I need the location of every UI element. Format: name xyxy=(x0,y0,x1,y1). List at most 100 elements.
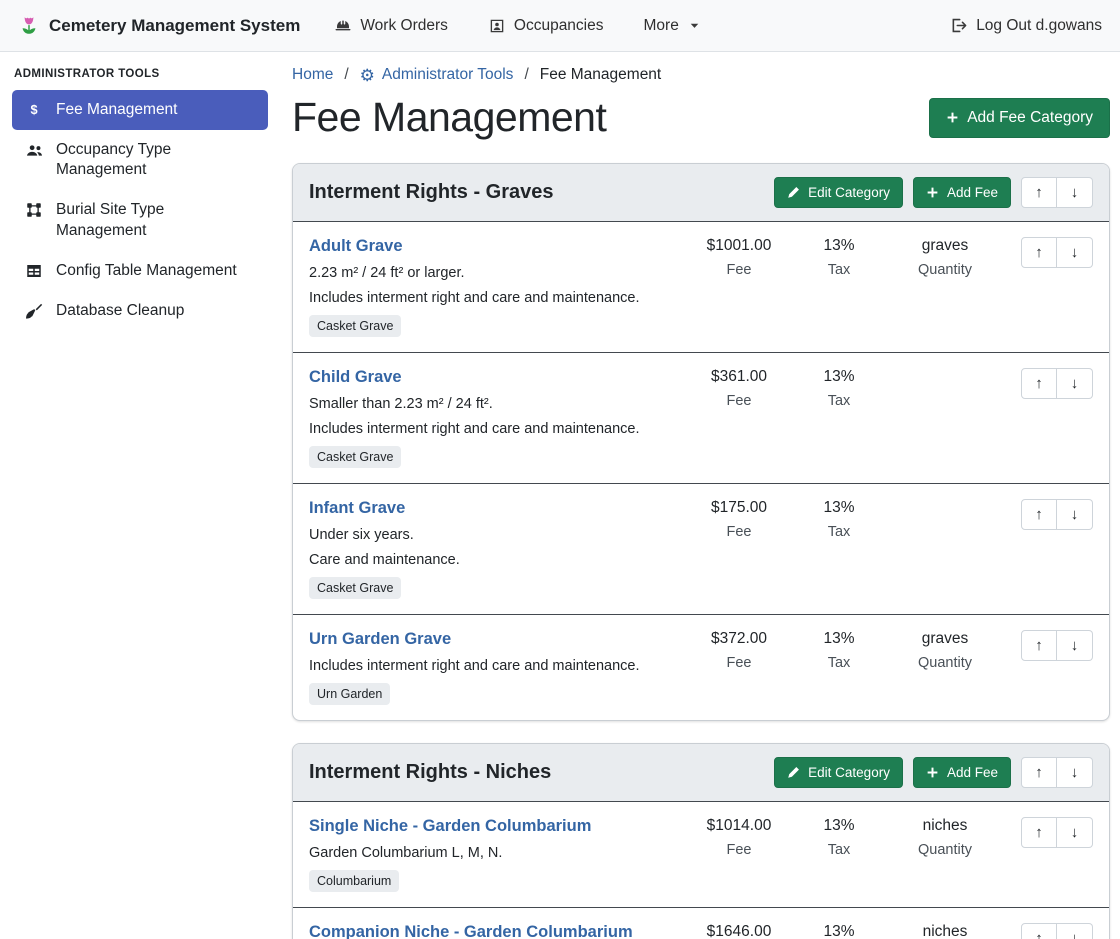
fee-reorder-group: ↑ ↓ xyxy=(1021,817,1093,848)
tax-rate: 13% xyxy=(789,368,889,386)
fee-amount: $372.00 xyxy=(689,630,789,648)
fee-details: Child Grave Smaller than 2.23 m² / 24 ft… xyxy=(309,368,689,468)
fee-description: Care and maintenance. xyxy=(309,552,689,568)
fee-badge-wrap: Casket Grave xyxy=(309,446,689,468)
fee-row: Infant Grave Under six years. Care and ma… xyxy=(293,483,1109,614)
move-fee-up-button[interactable]: ↑ xyxy=(1021,630,1057,661)
fee-description: Includes interment right and care and ma… xyxy=(309,290,689,306)
category-actions: Edit Category Add Fee ↑ ↓ xyxy=(774,177,1093,208)
quantity-column xyxy=(889,499,1001,506)
nav-item-occupancies[interactable]: Occupancies xyxy=(488,17,604,35)
fee-name-link[interactable]: Adult Grave xyxy=(309,237,403,256)
dollar-icon: $ xyxy=(24,101,44,119)
fee-reorder-group: ↑ ↓ xyxy=(1021,368,1093,399)
tulip-logo-icon xyxy=(18,15,40,37)
tax-rate: 13% xyxy=(789,923,889,939)
fee-amount-label: Fee xyxy=(689,393,789,409)
fee-name-link[interactable]: Child Grave xyxy=(309,368,402,387)
vector-square-icon xyxy=(24,201,44,219)
fee-reorder-group: ↑ ↓ xyxy=(1021,630,1093,661)
nav-item-more[interactable]: More xyxy=(644,17,700,35)
category-header: Interment Rights - Niches Edit Category … xyxy=(293,744,1109,802)
tax-rate: 13% xyxy=(789,630,889,648)
quantity-column: niches Quantity xyxy=(889,923,1001,939)
sidebar-item-config-table-management[interactable]: Config Table Management xyxy=(12,251,268,291)
broom-icon xyxy=(24,302,44,321)
edit-category-button[interactable]: Edit Category xyxy=(774,757,903,788)
fee-name-link[interactable]: Companion Niche - Garden Columbarium xyxy=(309,923,633,939)
quantity-column: niches Quantity xyxy=(889,817,1001,858)
nav-item-work-orders[interactable]: Work Orders xyxy=(334,17,448,35)
sidebar-item-burial-site-type-management[interactable]: Burial Site Type Management xyxy=(12,190,268,250)
nav-item-label: More xyxy=(644,17,679,35)
fee-description: Under six years. xyxy=(309,527,689,543)
fee-description: Includes interment right and care and ma… xyxy=(309,658,689,674)
fee-name-link[interactable]: Urn Garden Grave xyxy=(309,630,451,649)
edit-category-label: Edit Category xyxy=(808,185,890,200)
fee-name-link[interactable]: Infant Grave xyxy=(309,499,405,518)
logout-icon xyxy=(949,16,968,35)
tax-column: 13% Tax xyxy=(789,237,889,278)
move-fee-down-button[interactable]: ↓ xyxy=(1057,630,1093,661)
fee-type-badge: Casket Grave xyxy=(309,315,401,337)
sidebar-item-label: Occupancy Type Management xyxy=(56,140,256,180)
add-fee-label: Add Fee xyxy=(947,765,998,780)
sidebar-item-occupancy-type-management[interactable]: Occupancy Type Management xyxy=(12,130,268,190)
pencil-icon xyxy=(787,186,800,199)
fee-amount-label: Fee xyxy=(689,842,789,858)
fee-row: Single Niche - Garden Columbarium Garden… xyxy=(293,802,1109,907)
main-content: Home / ⚙ Administrator Tools / Fee Manag… xyxy=(280,52,1120,939)
category-fee-list: Single Niche - Garden Columbarium Garden… xyxy=(293,802,1109,939)
tax-label: Tax xyxy=(789,393,889,409)
move-fee-down-button[interactable]: ↓ xyxy=(1057,499,1093,530)
fee-type-badge: Casket Grave xyxy=(309,577,401,599)
tax-label: Tax xyxy=(789,842,889,858)
move-fee-down-button[interactable]: ↓ xyxy=(1057,817,1093,848)
pencil-icon xyxy=(787,766,800,779)
nav-item-label: Work Orders xyxy=(360,17,448,35)
plus-icon xyxy=(926,186,939,199)
fee-name-link[interactable]: Single Niche - Garden Columbarium xyxy=(309,817,591,836)
fee-badge-wrap: Casket Grave xyxy=(309,577,689,599)
move-category-up-button[interactable]: ↑ xyxy=(1021,177,1057,208)
move-fee-down-button[interactable]: ↓ xyxy=(1057,368,1093,399)
add-fee-category-label: Add Fee Category xyxy=(967,109,1093,127)
sidebar-item-database-cleanup[interactable]: Database Cleanup xyxy=(12,291,268,331)
fee-amount-column: $361.00 Fee xyxy=(689,368,789,409)
move-category-up-button[interactable]: ↑ xyxy=(1021,757,1057,788)
gear-icon: ⚙ xyxy=(360,67,375,84)
breadcrumb-home[interactable]: Home xyxy=(292,66,333,84)
breadcrumb-admin-tools[interactable]: ⚙ Administrator Tools xyxy=(360,66,514,84)
sidebar-item-fee-management[interactable]: $ Fee Management xyxy=(12,90,268,130)
navbar-menu: Work Orders Occupancies More xyxy=(334,17,700,35)
add-fee-category-button[interactable]: Add Fee Category xyxy=(929,98,1110,138)
move-fee-up-button[interactable]: ↑ xyxy=(1021,237,1057,268)
fee-details: Urn Garden Grave Includes interment righ… xyxy=(309,630,689,705)
fee-reorder-group: ↑ ↓ xyxy=(1021,923,1093,939)
fee-reorder-group: ↑ ↓ xyxy=(1021,237,1093,268)
fee-amount-column: $372.00 Fee xyxy=(689,630,789,671)
logout-link[interactable]: Log Out d.gowans xyxy=(949,16,1102,35)
move-category-down-button[interactable]: ↓ xyxy=(1057,177,1093,208)
add-fee-button[interactable]: Add Fee xyxy=(913,757,1011,788)
fee-badge-wrap: Urn Garden xyxy=(309,683,689,705)
sidebar-heading: ADMINISTRATOR TOOLS xyxy=(14,68,268,80)
edit-category-button[interactable]: Edit Category xyxy=(774,177,903,208)
move-fee-up-button[interactable]: ↑ xyxy=(1021,817,1057,848)
add-fee-button[interactable]: Add Fee xyxy=(913,177,1011,208)
move-fee-down-button[interactable]: ↓ xyxy=(1057,923,1093,939)
move-fee-up-button[interactable]: ↑ xyxy=(1021,923,1057,939)
quantity-unit: graves xyxy=(889,630,1001,648)
move-fee-up-button[interactable]: ↑ xyxy=(1021,368,1057,399)
fee-details: Companion Niche - Garden Columbarium Gar… xyxy=(309,923,689,939)
move-fee-up-button[interactable]: ↑ xyxy=(1021,499,1057,530)
move-category-down-button[interactable]: ↓ xyxy=(1057,757,1093,788)
move-fee-down-button[interactable]: ↓ xyxy=(1057,237,1093,268)
tax-label: Tax xyxy=(789,524,889,540)
brand[interactable]: Cemetery Management System xyxy=(18,15,300,37)
fee-amount-column: $1014.00 Fee xyxy=(689,817,789,858)
fee-reorder-group: ↑ ↓ xyxy=(1021,499,1093,530)
fee-badge-wrap: Columbarium xyxy=(309,870,689,892)
brand-title: Cemetery Management System xyxy=(49,16,300,36)
fee-description: Smaller than 2.23 m² / 24 ft². xyxy=(309,396,689,412)
